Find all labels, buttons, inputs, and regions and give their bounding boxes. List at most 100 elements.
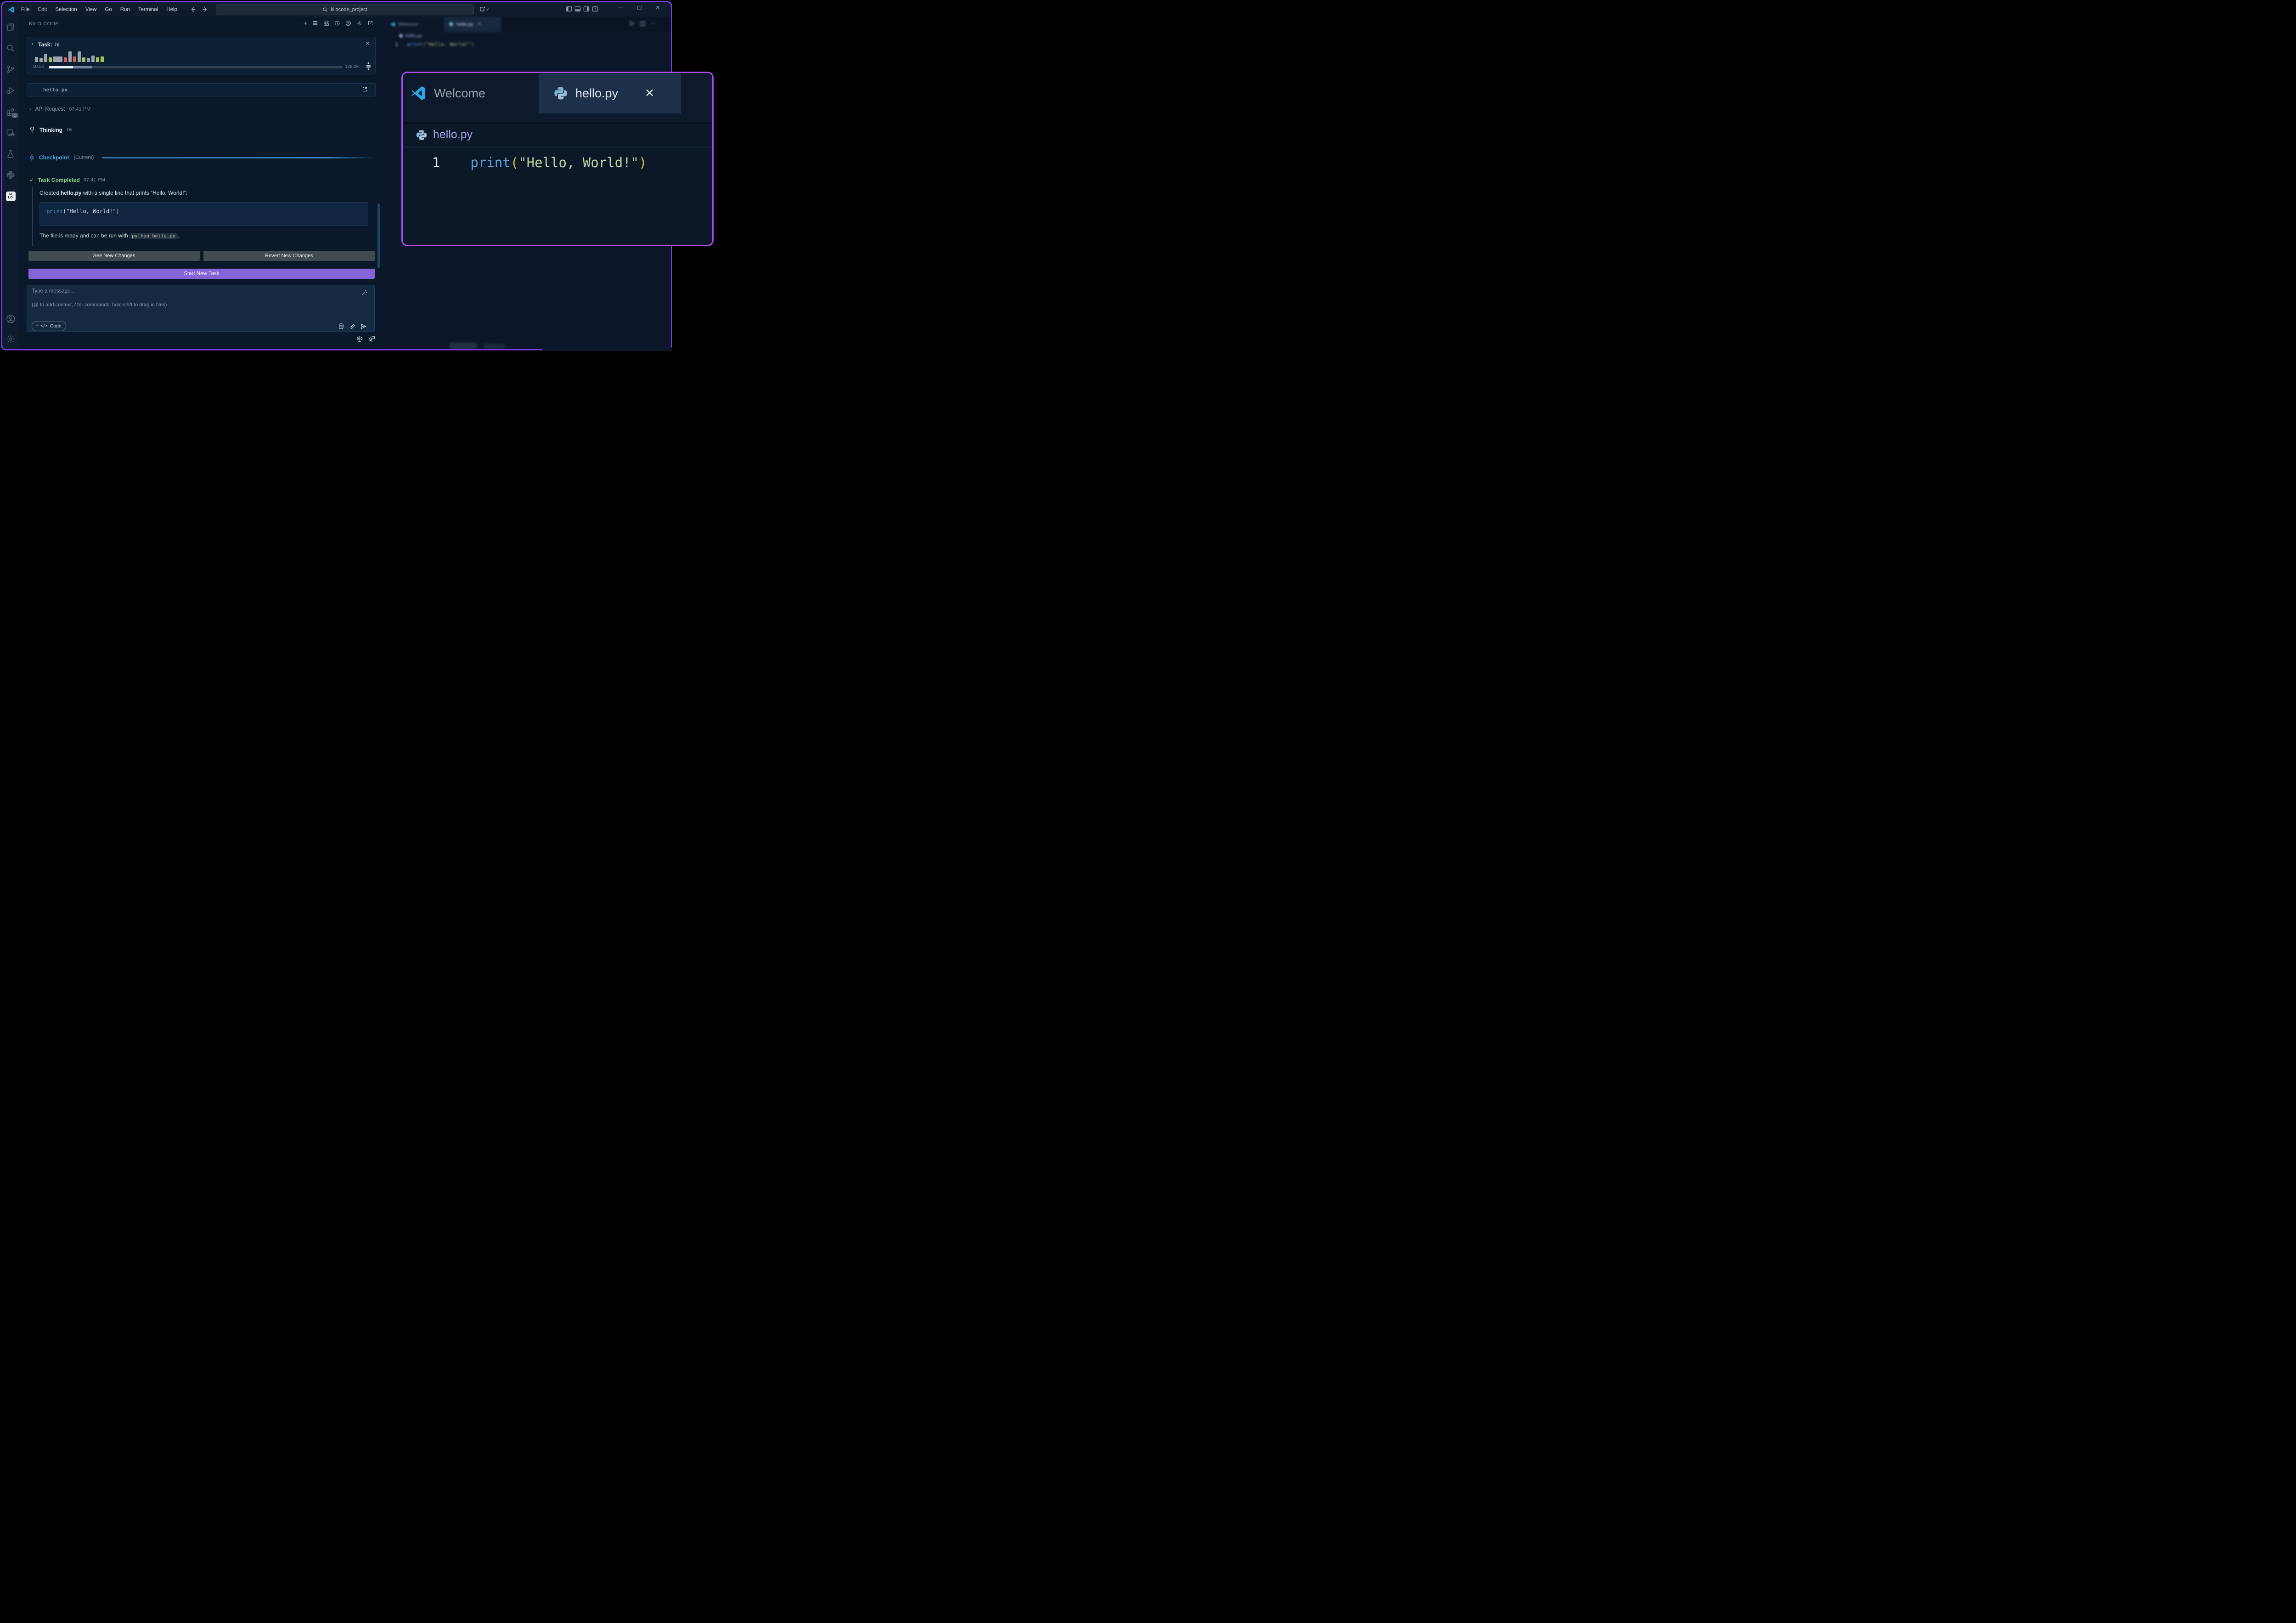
tab-welcome-label: Welcome bbox=[398, 22, 418, 27]
api-request-label: API Request bbox=[35, 107, 65, 112]
see-new-changes-button[interactable]: See New Changes bbox=[28, 251, 200, 261]
menu-selection[interactable]: Selection bbox=[51, 7, 81, 12]
search-value: kilocode_project bbox=[331, 7, 367, 12]
kilo-code-panel: KILO CODE + › Task: hi ✕ 10.5k bbox=[19, 17, 386, 349]
command-center-search[interactable]: kilocode_project bbox=[216, 4, 474, 15]
editor-breadcrumb[interactable]: hello.py bbox=[399, 33, 422, 39]
attach-paperclip-icon[interactable] bbox=[349, 323, 355, 330]
token-bar bbox=[73, 56, 76, 62]
close-task-icon[interactable]: ✕ bbox=[366, 40, 370, 46]
search-sidebar-icon[interactable] bbox=[2, 43, 19, 54]
task-completed-time: 07:41 PM bbox=[84, 177, 105, 183]
extensions-icon[interactable]: 1 bbox=[2, 106, 19, 117]
settings-gear-icon[interactable] bbox=[2, 333, 19, 344]
breadcrumb-filename: hello.py bbox=[405, 33, 422, 39]
checkpoint-row: Checkpoint (Current) bbox=[29, 154, 375, 161]
editor-code-line: 1 print("Hello, World!") bbox=[395, 41, 474, 47]
menu-terminal[interactable]: Terminal bbox=[134, 7, 162, 12]
api-request-row[interactable]: › API Request 07:41 PM bbox=[29, 107, 90, 112]
tab-hello-py[interactable]: hello.py ✕ bbox=[444, 17, 501, 32]
mode-selector[interactable]: ^ </> Code bbox=[32, 321, 66, 331]
mode-label: Code bbox=[50, 323, 62, 329]
tab-close-icon[interactable]: ✕ bbox=[478, 22, 481, 27]
customize-layout-icon[interactable] bbox=[592, 6, 598, 12]
close-window-button[interactable]: ✕ bbox=[653, 5, 663, 11]
vscode-logo-icon bbox=[410, 85, 427, 101]
explorer-icon[interactable] bbox=[2, 22, 19, 33]
composer-hint: (@ to add context, / for commands, hold … bbox=[32, 302, 167, 308]
checkpoint-label: Checkpoint bbox=[39, 154, 69, 161]
token-bar bbox=[39, 58, 43, 62]
chevron-down-mini-icon[interactable]: ∨ bbox=[486, 7, 489, 11]
thinking-label: Thinking bbox=[39, 127, 62, 133]
toggle-panel-icon[interactable] bbox=[574, 6, 581, 12]
testing-icon[interactable] bbox=[2, 148, 19, 159]
task-completed-row: ✓ Task Completed 07:41 PM bbox=[29, 177, 105, 183]
source-control-icon[interactable] bbox=[2, 64, 19, 75]
code-fn: print bbox=[46, 208, 63, 214]
panel-scrollbar[interactable] bbox=[377, 203, 380, 268]
account-icon[interactable] bbox=[2, 313, 19, 324]
run-python-file-icon[interactable] bbox=[629, 20, 635, 27]
menu-view[interactable]: View bbox=[81, 7, 101, 12]
task-expand-chevron[interactable]: › bbox=[32, 41, 34, 47]
file-row[interactable]: hello.py bbox=[27, 83, 376, 96]
rules-scale-icon[interactable] bbox=[356, 335, 363, 343]
split-editor-icon[interactable] bbox=[640, 21, 646, 27]
run-debug-icon[interactable] bbox=[2, 85, 19, 96]
token-bar bbox=[64, 57, 67, 62]
revert-new-changes-button[interactable]: Revert New Changes bbox=[203, 251, 375, 261]
new-task-icon[interactable]: + bbox=[304, 20, 307, 26]
result-code-block: print("Hello, World!") bbox=[39, 202, 368, 226]
python-file-icon bbox=[416, 129, 428, 141]
start-new-task-button[interactable]: Start New Task bbox=[28, 269, 375, 279]
file-row-name: hello.py bbox=[43, 87, 68, 93]
nav-forward-icon[interactable] bbox=[202, 6, 208, 13]
more-actions-icon[interactable]: ⋯ bbox=[650, 20, 656, 27]
maximize-button[interactable]: ▢ bbox=[634, 5, 644, 11]
history-icon[interactable] bbox=[334, 20, 340, 26]
checkpoint-icon bbox=[29, 154, 34, 161]
api-request-chevron: › bbox=[29, 107, 31, 112]
menu-help[interactable]: Help bbox=[162, 7, 181, 12]
kilo-screen-mini-icon[interactable] bbox=[479, 6, 486, 13]
menu-edit[interactable]: Edit bbox=[34, 7, 51, 12]
token-bar bbox=[78, 51, 81, 62]
send-message-icon[interactable] bbox=[360, 323, 367, 330]
result-text-line2: The file is ready and can be run with py… bbox=[39, 232, 179, 239]
menu-run[interactable]: Run bbox=[116, 7, 134, 12]
title-bar: File Edit Selection View Go Run Terminal… bbox=[2, 2, 671, 17]
panel-settings-icon[interactable] bbox=[356, 20, 362, 26]
context-max-label: 128.0k bbox=[345, 64, 359, 69]
magnified-breadcrumb-filename: hello.py bbox=[433, 128, 473, 141]
thinking-duration: 0s bbox=[67, 127, 73, 133]
profile-icon[interactable] bbox=[345, 20, 351, 26]
enhance-prompt-wand-icon[interactable] bbox=[361, 289, 368, 296]
activity-bar: 1 KI LO bbox=[2, 17, 19, 349]
open-in-editor-icon[interactable] bbox=[367, 20, 373, 26]
mode-caret: ^ bbox=[36, 324, 38, 328]
message-composer[interactable]: Type a message... (@ to add context, / f… bbox=[27, 285, 375, 332]
token-bar bbox=[96, 57, 99, 62]
nav-back-icon[interactable] bbox=[190, 6, 197, 13]
magnified-tab-welcome: Welcome bbox=[403, 73, 546, 113]
toggle-sidebar-right-icon[interactable] bbox=[583, 6, 590, 12]
marketplace-icon[interactable] bbox=[323, 20, 329, 26]
context-database-icon[interactable] bbox=[338, 323, 344, 330]
tab-welcome[interactable]: Welcome bbox=[385, 17, 444, 32]
magnified-tab-welcome-label: Welcome bbox=[434, 86, 485, 101]
context-resize-handle-icon[interactable] bbox=[366, 62, 371, 70]
remote-explorer-icon[interactable] bbox=[2, 127, 19, 138]
minimize-button[interactable]: — bbox=[615, 5, 626, 11]
toggle-sidebar-left-icon[interactable] bbox=[566, 6, 572, 12]
api-provider-icon[interactable] bbox=[312, 20, 318, 26]
feedback-person-icon[interactable] bbox=[368, 335, 375, 343]
kilo-code-sidebar-icon[interactable]: KI LO bbox=[2, 191, 19, 202]
python-extension-icon[interactable] bbox=[2, 169, 19, 180]
context-window-slider[interactable] bbox=[49, 66, 343, 68]
menu-file[interactable]: File bbox=[17, 7, 34, 12]
menu-go[interactable]: Go bbox=[101, 7, 116, 12]
open-file-icon[interactable] bbox=[362, 86, 368, 92]
magnified-tab-hello: hello.py ✕ bbox=[539, 73, 696, 113]
checkpoint-state: (Current) bbox=[73, 155, 94, 160]
